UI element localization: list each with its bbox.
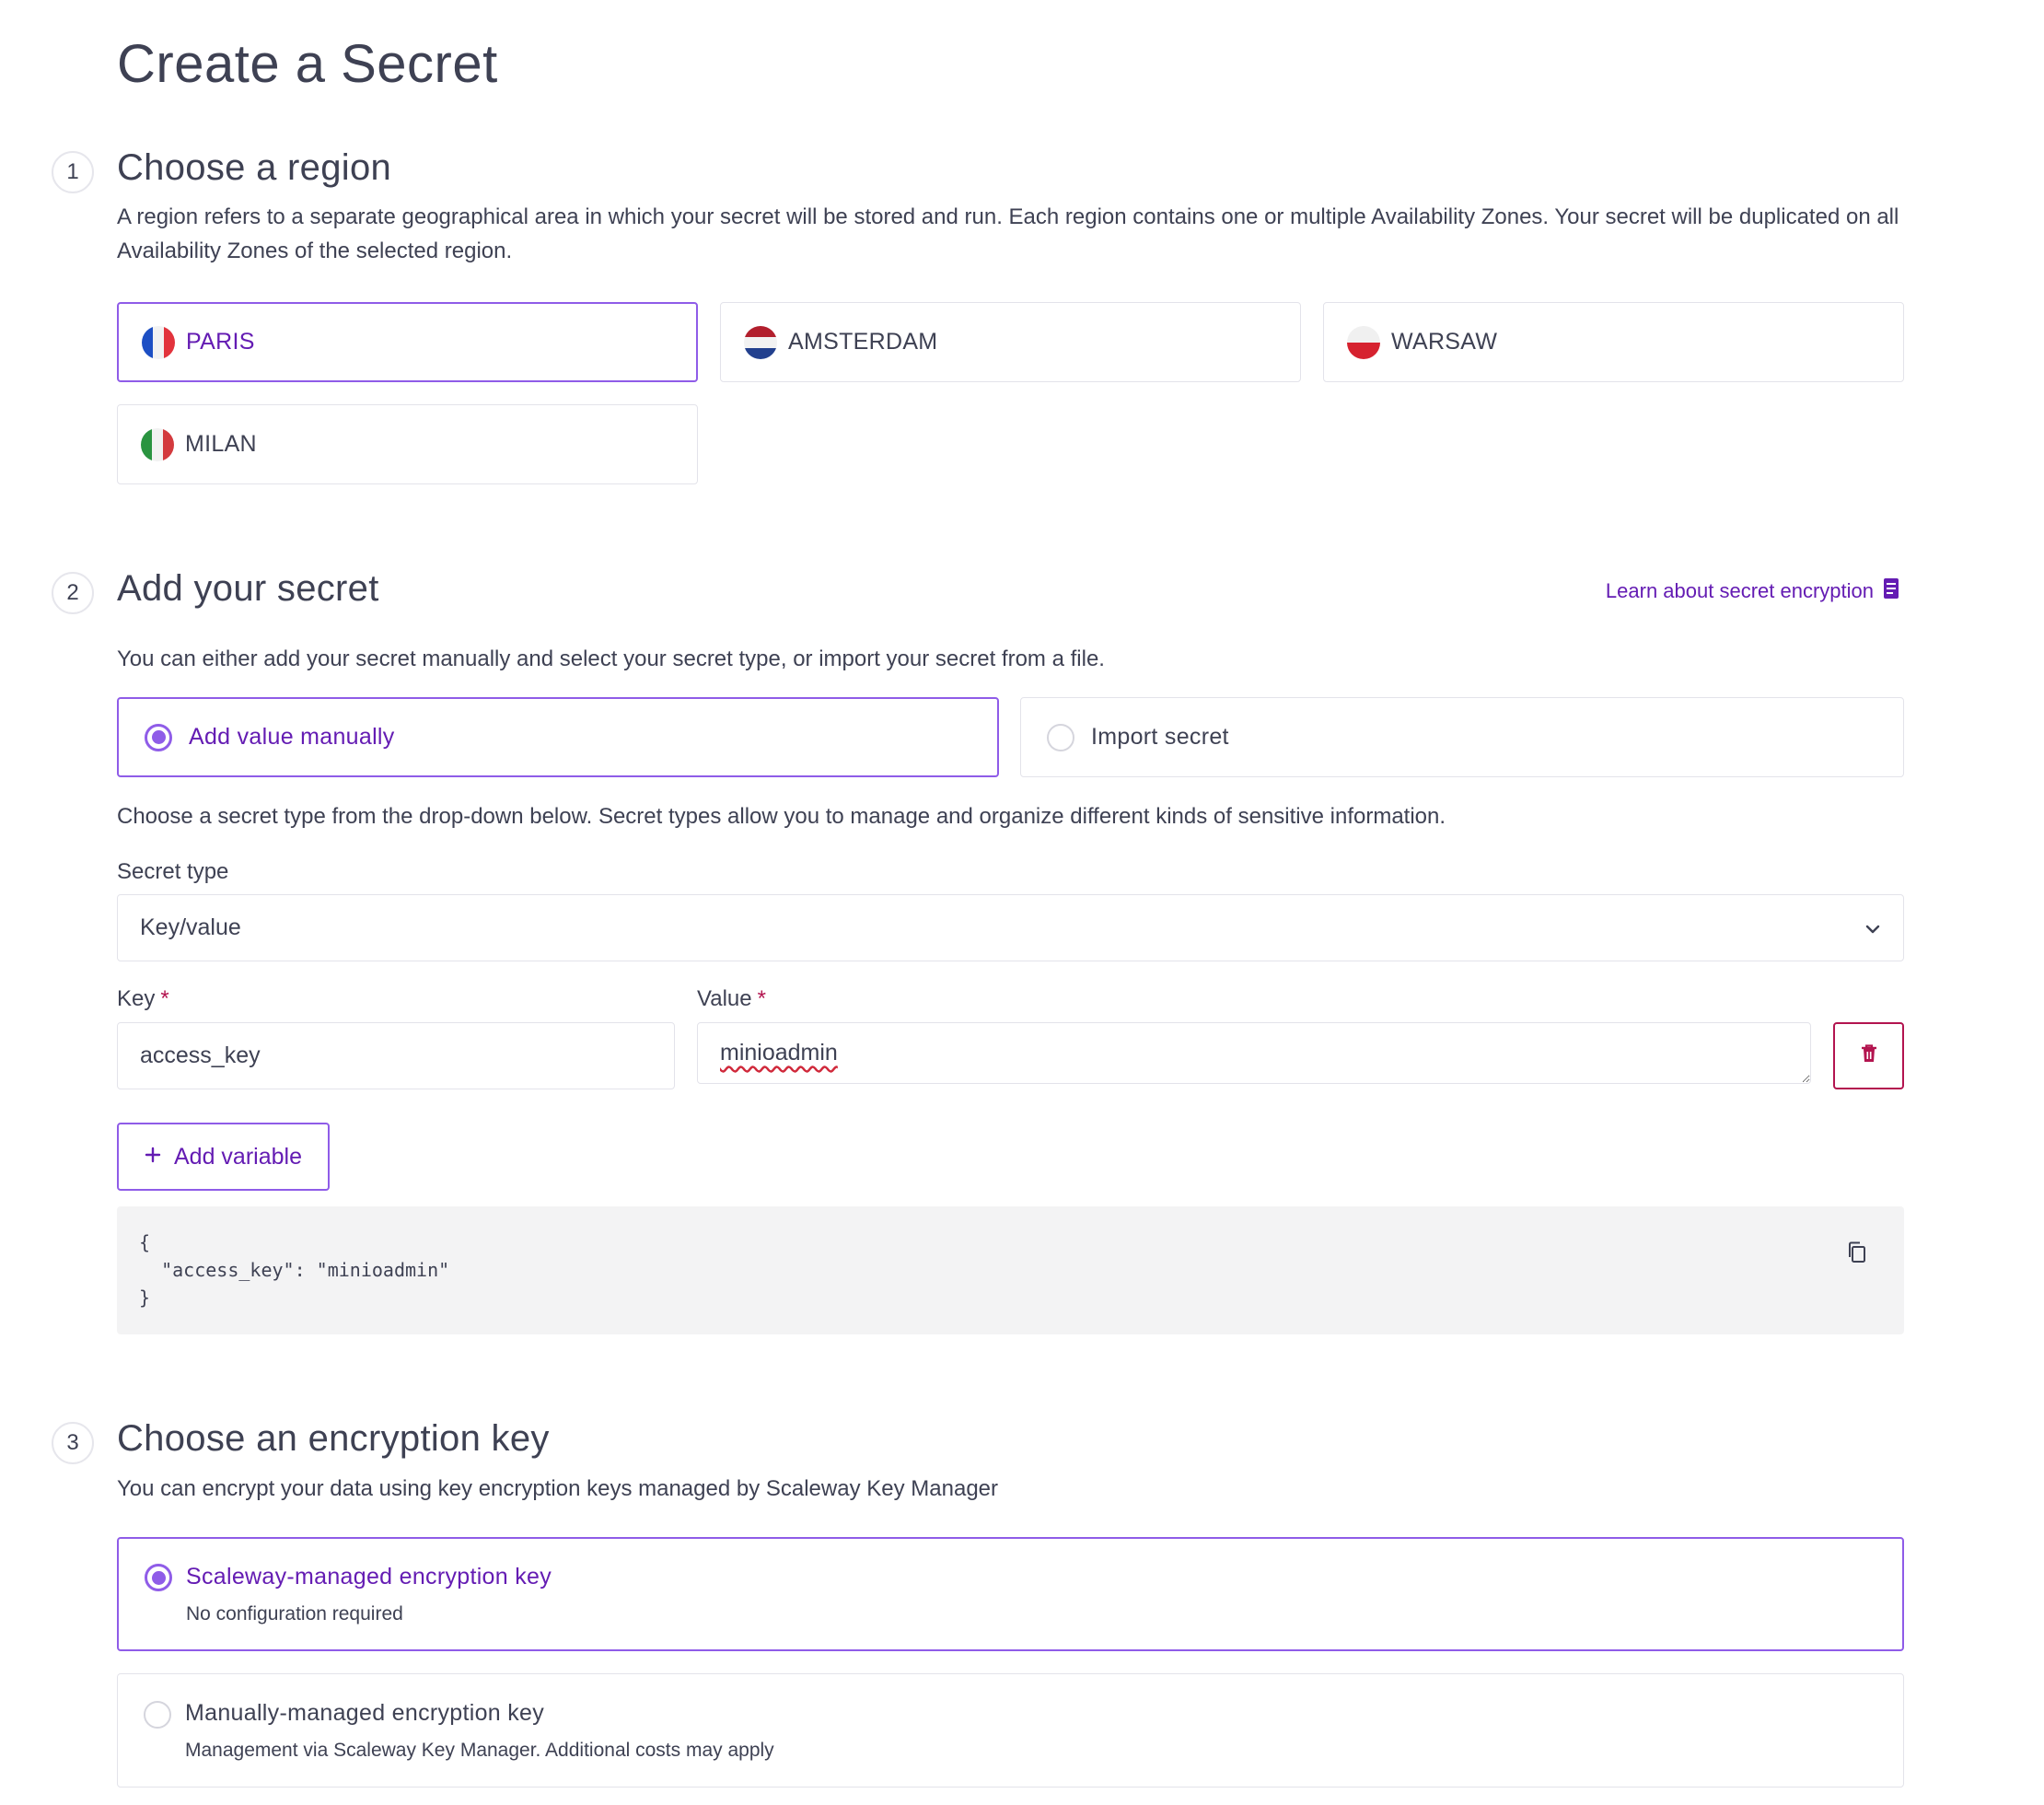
- document-icon: [1883, 577, 1899, 605]
- step-number-2: 2: [52, 572, 94, 614]
- encryption-section-title: Choose an encryption key: [117, 1418, 550, 1459]
- italy-flag-icon: [141, 427, 174, 461]
- option-label: Manually-managed encryption key: [185, 1700, 545, 1726]
- step-number-1: 1: [52, 151, 94, 193]
- encryption-description: You can encrypt your data using key encr…: [117, 1476, 998, 1501]
- secret-type-description: Choose a secret type from the drop-down …: [117, 804, 1446, 829]
- option-label: Add value manually: [189, 724, 395, 750]
- trash-icon: [1860, 1043, 1878, 1068]
- learn-link-label: Learn about secret encryption: [1605, 579, 1874, 602]
- option-label: Scaleway-managed encryption key: [186, 1564, 552, 1590]
- value-textarea[interactable]: minioadmin: [697, 1022, 1811, 1084]
- secret-description: You can either add your secret manually …: [117, 646, 1105, 671]
- page-title: Create a Secret: [117, 34, 498, 94]
- key-input[interactable]: [117, 1022, 675, 1089]
- secret-type-label: Secret type: [117, 859, 229, 884]
- scaleway-managed-key-option[interactable]: Scaleway-managed encryption key No confi…: [117, 1537, 1904, 1651]
- region-section-title: Choose a region: [117, 147, 392, 188]
- netherlands-flag-icon: [744, 325, 777, 359]
- json-preview-code: { "access_key": "minioadmin" }: [139, 1231, 450, 1309]
- learn-secret-encryption-link[interactable]: Learn about secret encryption: [1606, 577, 1899, 605]
- region-card-paris[interactable]: PARIS: [117, 302, 698, 382]
- region-card-warsaw[interactable]: WARSAW: [1323, 302, 1904, 382]
- value-label: Value *: [697, 986, 766, 1011]
- poland-flag-icon: [1347, 325, 1380, 359]
- radio-checked-icon: [145, 1564, 172, 1591]
- secret-type-select[interactable]: Key/value: [117, 894, 1904, 961]
- secret-section-title: Add your secret: [117, 568, 379, 609]
- manually-managed-key-option[interactable]: Manually-managed encryption key Manageme…: [117, 1673, 1904, 1788]
- region-card-amsterdam[interactable]: AMSTERDAM: [720, 302, 1301, 382]
- delete-variable-button[interactable]: [1833, 1022, 1904, 1089]
- key-label: Key *: [117, 986, 169, 1011]
- france-flag-icon: [142, 325, 175, 359]
- import-secret-option[interactable]: Import secret: [1020, 697, 1904, 777]
- radio-unchecked-icon: [144, 1701, 171, 1729]
- region-card-milan[interactable]: MILAN: [117, 404, 698, 484]
- copy-icon[interactable]: [1847, 1241, 1867, 1268]
- add-variable-label: Add variable: [174, 1143, 302, 1170]
- add-variable-button[interactable]: Add variable: [117, 1123, 330, 1191]
- radio-checked-icon: [145, 723, 172, 751]
- region-label: AMSTERDAM: [788, 329, 938, 355]
- plus-icon: [145, 1147, 161, 1168]
- region-label: WARSAW: [1391, 329, 1498, 355]
- json-preview-block: { "access_key": "minioadmin" }: [117, 1206, 1904, 1334]
- chevron-down-icon: [1864, 914, 1881, 941]
- step-number-3: 3: [52, 1422, 94, 1464]
- secret-type-value: Key/value: [140, 914, 241, 940]
- region-description: A region refers to a separate geographic…: [117, 204, 1899, 263]
- region-label: PARIS: [186, 329, 255, 355]
- option-sublabel: Management via Scaleway Key Manager. Add…: [185, 1740, 774, 1761]
- radio-unchecked-icon: [1047, 723, 1074, 751]
- option-sublabel: No configuration required: [186, 1603, 403, 1624]
- option-label: Import secret: [1091, 724, 1229, 750]
- add-value-manually-option[interactable]: Add value manually: [117, 697, 999, 777]
- region-label: MILAN: [185, 431, 257, 457]
